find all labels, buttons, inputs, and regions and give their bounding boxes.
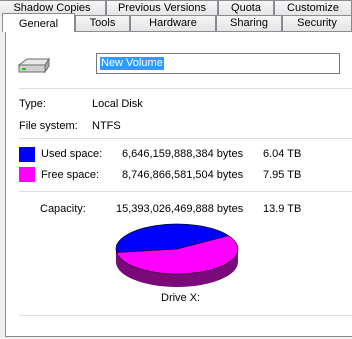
- free-space-swatch: [19, 167, 35, 182]
- tab-previous-versions[interactable]: Previous Versions: [106, 0, 218, 16]
- free-space-bytes: 8,746,866,581,504 bytes: [122, 169, 244, 181]
- tab-hardware[interactable]: Hardware: [130, 15, 216, 31]
- general-panel: New Volume Type: Local Disk File system:…: [5, 31, 352, 337]
- hard-drive-icon: [17, 56, 51, 79]
- tab-quota[interactable]: Quota: [218, 0, 274, 16]
- capacity-label: Capacity:: [40, 203, 86, 215]
- tab-customize[interactable]: Customize: [274, 0, 352, 16]
- divider: [19, 88, 352, 89]
- tab-security[interactable]: Security: [282, 15, 352, 31]
- used-space-size: 6.04 TB: [263, 148, 302, 160]
- tab-tools[interactable]: Tools: [75, 15, 130, 31]
- used-space-swatch: [19, 147, 35, 162]
- tab-sharing[interactable]: Sharing: [216, 15, 282, 31]
- file-system-value: NTFS: [92, 120, 121, 132]
- capacity-size: 13.9 TB: [263, 203, 302, 215]
- free-space-label: Free space:: [41, 169, 100, 181]
- file-system-label: File system:: [19, 120, 78, 132]
- free-space-size: 7.95 TB: [263, 169, 302, 181]
- type-label: Type:: [19, 98, 46, 110]
- divider: [19, 191, 352, 192]
- usage-pie-chart: [113, 222, 243, 295]
- divider: [19, 138, 352, 139]
- volume-name-input[interactable]: New Volume: [96, 53, 340, 74]
- type-value: Local Disk: [92, 98, 143, 110]
- drive-label: Drive X:: [161, 292, 201, 304]
- used-space-bytes: 6,646,159,888,384 bytes: [122, 148, 244, 160]
- tab-general[interactable]: General: [2, 13, 75, 32]
- capacity-bytes: 15,393,026,469,888 bytes: [116, 203, 244, 215]
- divider: [19, 315, 352, 316]
- volume-name-text: New Volume: [100, 57, 164, 70]
- used-space-label: Used space:: [41, 148, 103, 160]
